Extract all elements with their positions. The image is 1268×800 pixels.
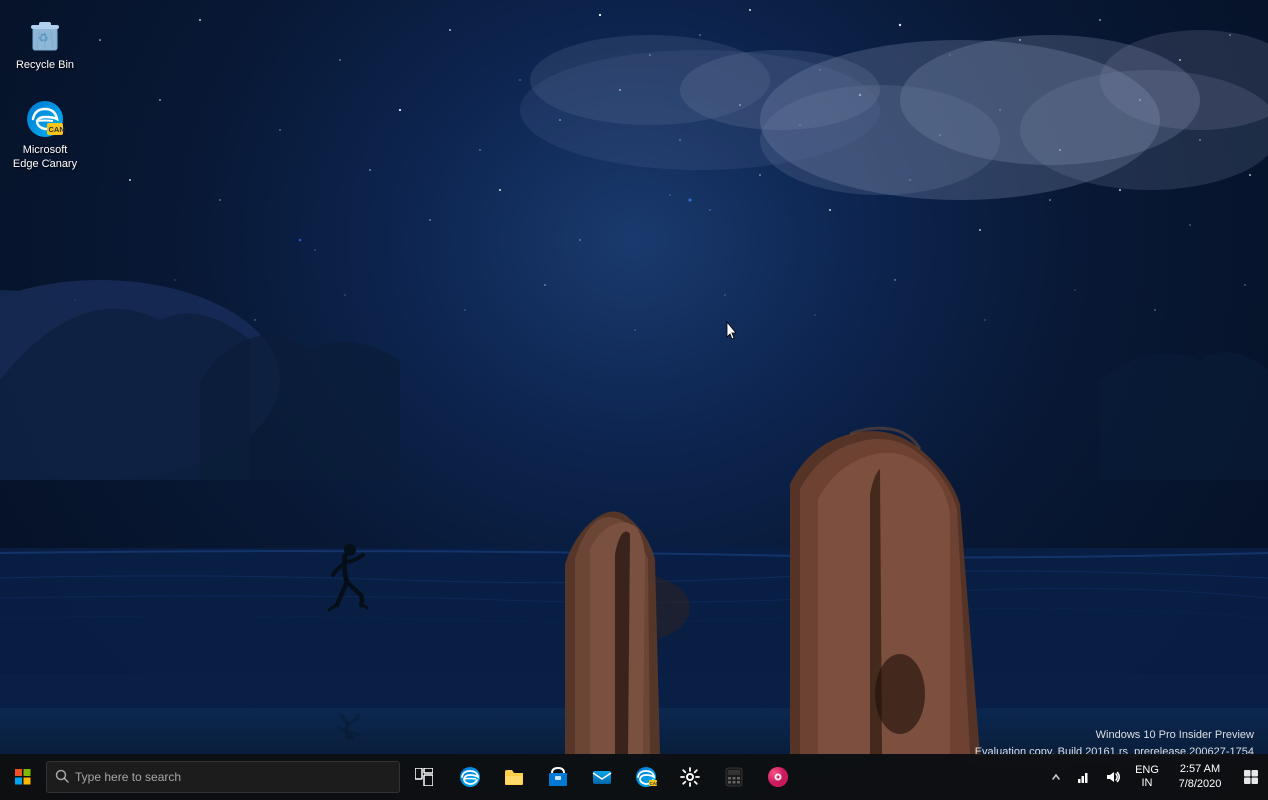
search-placeholder-text: Type here to search	[75, 770, 181, 784]
groove-music-icon: ♪	[767, 766, 789, 788]
edge-taskbar-icon	[459, 766, 481, 788]
svg-text:CAN: CAN	[650, 781, 658, 786]
file-explorer-button[interactable]	[492, 754, 536, 800]
mail-icon	[591, 766, 613, 788]
volume-icon	[1105, 769, 1121, 785]
language-code: ENG	[1135, 764, 1159, 777]
calculator-button[interactable]	[712, 754, 756, 800]
edge-canary-image: CAN	[25, 99, 65, 139]
recycle-bin-icon[interactable]: ♻ Recycle Bin	[8, 10, 82, 76]
rocks	[0, 404, 1268, 754]
groove-music-button[interactable]: ♪	[756, 754, 800, 800]
task-view-icon	[413, 766, 435, 788]
language-region: IN	[1142, 777, 1153, 790]
running-figure	[325, 540, 375, 630]
desktop: Windows 10 Pro Insider Preview Evaluatio…	[0, 0, 1268, 800]
network-tray-button[interactable]	[1068, 754, 1098, 800]
system-tray: ENG IN 2:57 AM 7/8/2020	[1044, 754, 1268, 800]
volume-tray-button[interactable]	[1098, 754, 1128, 800]
chevron-up-icon	[1051, 772, 1061, 782]
network-icon	[1075, 769, 1091, 785]
edge-canary-label: Microsoft Edge Canary	[12, 143, 78, 172]
tray-overflow-button[interactable]	[1044, 754, 1068, 800]
edge-taskbar-button[interactable]	[448, 754, 492, 800]
settings-button[interactable]	[668, 754, 712, 800]
svg-text:♻: ♻	[38, 31, 49, 45]
mail-button[interactable]	[580, 754, 624, 800]
start-button[interactable]	[0, 754, 46, 800]
file-explorer-icon	[503, 766, 525, 788]
edge-canary-taskbar-button[interactable]: CAN	[624, 754, 668, 800]
edge-canary-taskbar-icon: CAN	[635, 766, 657, 788]
recycle-bin-label: Recycle Bin	[16, 58, 74, 72]
language-indicator[interactable]: ENG IN	[1128, 754, 1166, 800]
clock-time: 2:57 AM	[1180, 762, 1220, 777]
search-icon	[55, 769, 69, 786]
clouds	[0, 0, 1268, 440]
notification-center-button[interactable]	[1234, 754, 1268, 800]
task-view-button[interactable]	[402, 754, 446, 800]
store-button[interactable]	[536, 754, 580, 800]
svg-text:♪: ♪	[774, 771, 779, 781]
svg-text:CAN: CAN	[49, 125, 65, 134]
figure-reflection	[325, 705, 375, 741]
taskbar: Type here to search	[0, 754, 1268, 800]
store-icon	[547, 766, 569, 788]
edge-canary-icon[interactable]: CAN Microsoft Edge Canary	[8, 95, 82, 176]
windows-logo-icon	[15, 769, 31, 785]
clock-date: 7/8/2020	[1179, 777, 1222, 792]
search-bar[interactable]: Type here to search	[46, 761, 400, 793]
calculator-icon	[723, 766, 745, 788]
notification-icon	[1243, 769, 1259, 785]
clock-button[interactable]: 2:57 AM 7/8/2020	[1166, 754, 1234, 800]
settings-icon	[679, 766, 701, 788]
recycle-bin-image: ♻	[25, 14, 65, 54]
